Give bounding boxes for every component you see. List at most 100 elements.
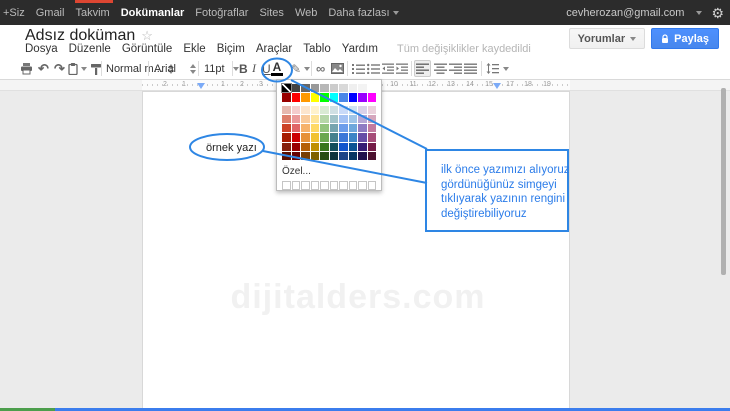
color-swatch[interactable] xyxy=(282,106,291,114)
account-chevron-down-icon[interactable] xyxy=(696,11,702,15)
color-swatch[interactable] xyxy=(339,143,348,151)
color-swatch[interactable] xyxy=(301,124,310,132)
color-swatch[interactable] xyxy=(320,143,329,151)
custom-color-slot[interactable] xyxy=(358,181,367,190)
menu-view[interactable]: Görüntüle xyxy=(122,43,173,55)
left-indent-marker[interactable] xyxy=(197,83,205,89)
custom-color-slot[interactable] xyxy=(320,181,329,190)
color-swatch[interactable] xyxy=(311,115,320,123)
color-swatch[interactable] xyxy=(282,115,291,123)
color-swatch[interactable] xyxy=(358,143,367,151)
color-swatch[interactable] xyxy=(282,143,291,151)
color-swatch[interactable] xyxy=(320,106,329,114)
color-swatch[interactable] xyxy=(339,133,348,141)
nav-gmail[interactable]: Gmail xyxy=(36,7,65,19)
color-swatch[interactable] xyxy=(320,124,329,132)
numbered-list-button[interactable] xyxy=(352,60,365,77)
align-center-button[interactable] xyxy=(434,60,447,77)
color-swatch[interactable] xyxy=(320,152,329,160)
nav-sites[interactable]: Sites xyxy=(259,7,283,19)
vertical-scrollbar-thumb[interactable] xyxy=(721,88,726,275)
color-swatch[interactable] xyxy=(349,93,358,101)
menu-insert[interactable]: Ekle xyxy=(183,43,205,55)
text-color-button[interactable]: A xyxy=(268,60,286,77)
color-swatch[interactable] xyxy=(330,84,339,92)
color-swatch[interactable] xyxy=(349,143,358,151)
color-swatch[interactable] xyxy=(292,124,301,132)
color-swatch[interactable] xyxy=(339,84,348,92)
right-indent-marker[interactable] xyxy=(493,83,501,89)
align-left-button[interactable] xyxy=(414,60,431,77)
font-size-dropdown[interactable]: 11pt xyxy=(204,60,239,77)
custom-color-slot[interactable] xyxy=(368,181,377,190)
color-swatch[interactable] xyxy=(339,106,348,114)
color-swatch[interactable] xyxy=(368,143,377,151)
menu-file[interactable]: Dosya xyxy=(25,43,58,55)
color-swatch[interactable] xyxy=(311,143,320,151)
color-swatch[interactable] xyxy=(358,106,367,114)
color-swatch[interactable] xyxy=(330,152,339,160)
decrease-indent-button[interactable] xyxy=(382,60,394,77)
color-swatch[interactable] xyxy=(330,106,339,114)
color-swatch[interactable] xyxy=(330,133,339,141)
color-swatch[interactable] xyxy=(358,152,367,160)
color-swatch[interactable] xyxy=(368,106,377,114)
color-swatch[interactable] xyxy=(339,115,348,123)
color-swatch[interactable] xyxy=(349,115,358,123)
custom-color-slot[interactable] xyxy=(339,181,348,190)
color-swatch[interactable] xyxy=(301,84,310,92)
document-text[interactable]: örnek yazı xyxy=(206,142,257,154)
nav-calendar[interactable]: Takvim xyxy=(75,7,109,19)
bulleted-list-button[interactable] xyxy=(367,60,380,77)
color-swatch[interactable] xyxy=(358,93,367,101)
color-swatch[interactable] xyxy=(358,115,367,123)
italic-button[interactable]: I xyxy=(252,60,256,77)
color-swatch[interactable] xyxy=(292,152,301,160)
color-swatch[interactable] xyxy=(320,93,329,101)
color-swatch[interactable] xyxy=(311,93,320,101)
align-right-button[interactable] xyxy=(449,60,462,77)
custom-color-slot[interactable] xyxy=(311,181,320,190)
color-swatch[interactable] xyxy=(330,93,339,101)
color-swatch[interactable] xyxy=(368,115,377,123)
custom-color-slot[interactable] xyxy=(282,181,291,190)
color-swatch[interactable] xyxy=(320,84,329,92)
redo-button[interactable]: ↷ xyxy=(54,60,65,77)
custom-color-link[interactable]: Özel... xyxy=(282,166,376,177)
color-swatch[interactable] xyxy=(339,152,348,160)
color-swatch[interactable] xyxy=(320,115,329,123)
custom-color-slot[interactable] xyxy=(301,181,310,190)
nav-plus-you[interactable]: +Siz xyxy=(3,7,25,19)
line-spacing-button[interactable] xyxy=(486,60,509,77)
color-swatch[interactable] xyxy=(368,133,377,141)
clipboard-dropdown[interactable] xyxy=(81,60,87,77)
color-swatch[interactable] xyxy=(311,133,320,141)
color-swatch[interactable] xyxy=(358,124,367,132)
color-swatch[interactable] xyxy=(311,84,320,92)
color-swatch[interactable] xyxy=(358,133,367,141)
color-swatch[interactable] xyxy=(311,152,320,160)
menu-tools[interactable]: Araçlar xyxy=(256,43,292,55)
color-swatch[interactable] xyxy=(349,106,358,114)
color-swatch[interactable] xyxy=(282,93,291,101)
custom-color-slot[interactable] xyxy=(330,181,339,190)
color-swatch[interactable] xyxy=(358,84,367,92)
color-swatch[interactable] xyxy=(330,124,339,132)
highlight-dropdown[interactable] xyxy=(304,60,310,77)
menu-edit[interactable]: Düzenle xyxy=(69,43,111,55)
increase-indent-button[interactable] xyxy=(396,60,408,77)
bold-button[interactable]: B xyxy=(239,60,248,77)
nav-more[interactable]: Daha fazlası xyxy=(328,7,398,19)
highlight-color-button[interactable]: ✎ xyxy=(291,60,301,77)
color-swatch[interactable] xyxy=(349,124,358,132)
color-swatch[interactable] xyxy=(368,152,377,160)
star-icon[interactable]: ☆ xyxy=(141,28,153,44)
color-swatch[interactable] xyxy=(301,106,310,114)
color-swatch[interactable] xyxy=(368,84,377,92)
undo-button[interactable]: ↶ xyxy=(38,60,49,77)
nav-documents[interactable]: Dokümanlar xyxy=(121,7,185,19)
color-swatch[interactable] xyxy=(311,106,320,114)
color-swatch[interactable] xyxy=(292,93,301,101)
color-swatch[interactable] xyxy=(282,152,291,160)
web-clipboard-button[interactable] xyxy=(68,60,78,77)
